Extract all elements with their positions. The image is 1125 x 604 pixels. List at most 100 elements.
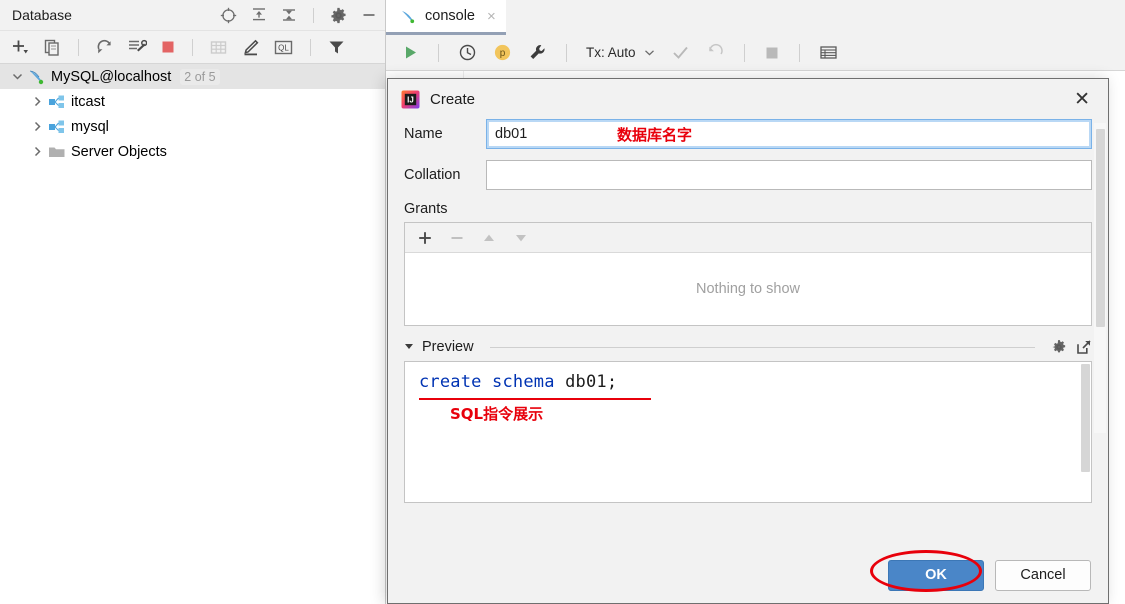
tree-node-server-objects[interactable]: Server Objects bbox=[0, 139, 385, 164]
preview-rule bbox=[489, 346, 1035, 348]
preview-scrollbar-thumb[interactable] bbox=[1081, 364, 1090, 472]
header-divider bbox=[313, 7, 314, 23]
tree-node-label: Server Objects bbox=[71, 143, 167, 160]
preview-header: Preview bbox=[404, 339, 1092, 355]
expand-all-icon[interactable] bbox=[251, 7, 267, 23]
editor-toolbar: p Tx: Auto bbox=[386, 35, 1125, 71]
database-tree: MySQL@localhost 2 of 5 itcast mysql Serv… bbox=[0, 64, 385, 164]
folder-icon bbox=[46, 144, 68, 160]
stop-icon bbox=[764, 45, 780, 61]
move-up-icon bbox=[481, 230, 497, 246]
collapse-all-icon[interactable] bbox=[281, 7, 297, 23]
tab-label: console bbox=[425, 8, 475, 24]
tree-node-itcast[interactable]: itcast bbox=[0, 89, 385, 114]
filter-icon[interactable] bbox=[327, 38, 346, 57]
database-panel-title: Database bbox=[12, 7, 72, 23]
toolbar-divider-2 bbox=[192, 38, 193, 56]
editor-divider-2 bbox=[566, 43, 567, 62]
sql-rest: db01; bbox=[554, 372, 618, 392]
tree-node-label: itcast bbox=[71, 93, 105, 110]
query-console-icon[interactable]: QL bbox=[273, 38, 294, 57]
toolbar-divider-1 bbox=[78, 38, 79, 56]
commit-icon bbox=[671, 43, 690, 62]
table-editor-icon[interactable] bbox=[209, 38, 228, 57]
synchronize-icon[interactable] bbox=[127, 37, 147, 57]
move-down-icon bbox=[513, 230, 529, 246]
schema-icon bbox=[46, 94, 68, 110]
editor-tabstrip: console × bbox=[386, 0, 1125, 35]
dialog-body: Name db01 数据库名字 Collation Grants Nothing… bbox=[388, 119, 1108, 503]
tree-node-badge: 2 of 5 bbox=[180, 68, 220, 85]
tx-label: Tx: Auto bbox=[586, 45, 636, 60]
table-view-icon[interactable] bbox=[819, 44, 838, 61]
database-tool-window: Database QL MySQL@localhost 2 of 5 itcas… bbox=[0, 0, 386, 604]
add-icon[interactable] bbox=[10, 37, 30, 57]
minimize-icon[interactable] bbox=[361, 7, 377, 23]
tree-node-mysql-localhost[interactable]: MySQL@localhost 2 of 5 bbox=[0, 64, 385, 89]
toolbar-divider-3 bbox=[310, 38, 311, 56]
schema-icon bbox=[46, 119, 68, 135]
tree-node-label: mysql bbox=[71, 118, 109, 135]
preview-label: Preview bbox=[422, 339, 474, 355]
chevron-down-icon[interactable] bbox=[8, 71, 26, 82]
name-label: Name bbox=[404, 126, 443, 142]
dialog-scrollbar-thumb[interactable] bbox=[1096, 129, 1105, 327]
close-icon[interactable]: × bbox=[487, 8, 496, 25]
preview-sql-box[interactable]: create schema db01; SQL指令展示 bbox=[404, 361, 1092, 503]
tab-console[interactable]: console × bbox=[386, 0, 506, 35]
open-in-editor-icon[interactable] bbox=[1076, 339, 1092, 355]
dialog-scrollbar[interactable] bbox=[1094, 123, 1106, 433]
sql-keywords: create schema bbox=[419, 372, 555, 392]
wrench-icon[interactable] bbox=[528, 43, 547, 62]
tree-node-label: MySQL@localhost bbox=[51, 68, 172, 85]
preview-settings-gear-icon[interactable] bbox=[1051, 339, 1067, 355]
refresh-icon[interactable] bbox=[95, 38, 114, 57]
dialog-footer: OK Cancel bbox=[388, 547, 1108, 603]
ok-button[interactable]: OK bbox=[888, 559, 984, 591]
collation-row: Collation bbox=[404, 160, 1092, 190]
settings-gear-icon[interactable] bbox=[330, 7, 347, 24]
remove-grant-icon bbox=[449, 230, 465, 246]
grants-label: Grants bbox=[404, 201, 448, 217]
collation-input[interactable] bbox=[486, 160, 1092, 190]
preview-sql-line: create schema db01; bbox=[419, 372, 1091, 392]
editor-divider-4 bbox=[798, 43, 800, 62]
name-input[interactable]: db01 数据库名字 bbox=[486, 119, 1092, 149]
grants-empty-message: Nothing to show bbox=[405, 253, 1091, 325]
chevron-right-icon[interactable] bbox=[28, 96, 46, 107]
add-grant-icon[interactable] bbox=[417, 230, 433, 246]
duplicate-icon[interactable] bbox=[43, 38, 62, 57]
profile-icon[interactable]: p bbox=[493, 43, 512, 62]
svg-text:p: p bbox=[500, 48, 506, 59]
app-root: Database QL MySQL@localhost 2 of 5 itcas… bbox=[0, 0, 1125, 604]
grants-toolbar bbox=[405, 223, 1091, 253]
database-toolbar: QL bbox=[0, 31, 385, 64]
sql-annotation: SQL指令展示 bbox=[450, 405, 544, 423]
dialog-title: Create bbox=[430, 90, 476, 108]
collapse-caret-icon[interactable] bbox=[404, 341, 414, 354]
preview-scrollbar[interactable] bbox=[1079, 362, 1091, 502]
grants-box: Nothing to show bbox=[404, 222, 1092, 326]
history-icon[interactable] bbox=[458, 43, 477, 62]
editor-divider-3 bbox=[743, 43, 745, 62]
chevron-right-icon[interactable] bbox=[28, 121, 46, 132]
rollback-icon bbox=[706, 43, 725, 62]
locate-icon[interactable] bbox=[220, 7, 237, 24]
stop-icon[interactable] bbox=[160, 39, 176, 55]
transaction-mode-dropdown[interactable]: Tx: Auto bbox=[586, 45, 655, 60]
create-schema-dialog: IJ Create ✕ Name db01 数据库名字 Collation Gr… bbox=[387, 78, 1109, 604]
chevron-down-icon[interactable] bbox=[644, 47, 655, 58]
close-icon[interactable]: ✕ bbox=[1068, 88, 1096, 111]
chevron-right-icon[interactable] bbox=[28, 146, 46, 157]
svg-text:IJ: IJ bbox=[407, 95, 414, 104]
name-input-value: db01 bbox=[495, 126, 528, 142]
mysql-dolphin-icon bbox=[400, 9, 417, 24]
svg-text:QL: QL bbox=[278, 43, 289, 52]
intellij-idea-icon: IJ bbox=[401, 90, 420, 109]
run-icon[interactable] bbox=[402, 44, 419, 61]
cancel-button[interactable]: Cancel bbox=[995, 559, 1091, 591]
preview-actions bbox=[1051, 339, 1092, 355]
editor-divider-1 bbox=[438, 43, 439, 62]
modify-icon[interactable] bbox=[241, 38, 260, 57]
tree-node-mysql[interactable]: mysql bbox=[0, 114, 385, 139]
